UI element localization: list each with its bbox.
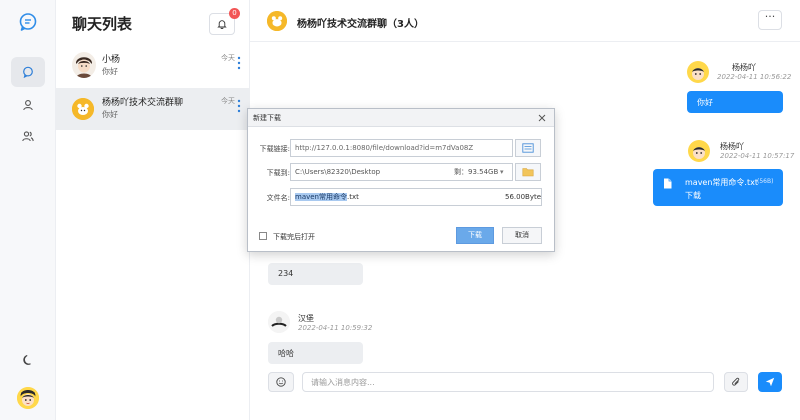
message-bubble: 你好 — [687, 91, 783, 113]
more-vertical-icon[interactable] — [237, 56, 241, 70]
file-name: maven常用命令.txt — [685, 178, 758, 187]
dialog-titlebar: 新建下载 — [248, 109, 554, 127]
more-horizontal-icon: ··· — [764, 10, 776, 23]
send-button[interactable] — [758, 372, 782, 392]
file-download-link[interactable]: 下载 — [685, 190, 701, 201]
message-composer — [250, 362, 800, 402]
message-input[interactable] — [302, 372, 714, 392]
paperclip-icon — [732, 377, 740, 386]
rail-item-chats[interactable] — [11, 57, 45, 87]
close-icon[interactable] — [536, 112, 548, 124]
list-icon — [522, 143, 534, 153]
attach-file-button[interactable] — [724, 372, 748, 392]
open-after-checkbox[interactable] — [259, 232, 267, 240]
notification-count-badge: 0 — [229, 8, 240, 19]
chat-more-button[interactable]: ··· — [758, 10, 782, 30]
folder-icon — [522, 168, 534, 177]
conversation-time: 今天 — [221, 97, 235, 105]
bell-icon — [217, 20, 227, 29]
chat-list-title: 聊天列表 — [72, 15, 133, 33]
message-time: 2022-04-11 10:56:22 — [717, 73, 792, 81]
my-avatar[interactable] — [17, 387, 39, 409]
url-label: 下载链接: — [259, 145, 290, 153]
user-icon — [23, 100, 33, 111]
dialog-title: 新建下载 — [253, 114, 281, 122]
chat-bubble-icon[interactable] — [18, 12, 38, 32]
avatar — [72, 52, 96, 78]
users-icon — [22, 131, 34, 142]
path-select[interactable]: C:\Users\82320\Desktop 剩：93.54GB ▾ — [290, 163, 513, 181]
chevron-down-icon[interactable]: ▾ — [500, 164, 504, 180]
message-time: 2022-04-11 10:57:17 — [720, 152, 795, 160]
rail-item-profile[interactable] — [11, 90, 45, 120]
smile-icon — [276, 377, 286, 387]
url-field[interactable]: http://127.0.0.1:8080/file/download?id=m… — [290, 139, 513, 157]
browse-folder-button[interactable] — [515, 163, 541, 181]
download-cancel-button[interactable]: 取消 — [502, 227, 542, 244]
avatar — [72, 98, 94, 120]
file-size: (56B) — [757, 178, 774, 185]
avatar — [688, 140, 710, 162]
emoji-button[interactable] — [268, 372, 294, 392]
message-bubble: 哈哈 — [268, 342, 363, 364]
conversation-last-message: 你好 — [102, 67, 118, 76]
conversation-item[interactable]: 杨杨吖技术交流群聊 你好 今天 — [56, 88, 250, 130]
message-bubble: 234 — [268, 263, 363, 285]
free-space: 剩：93.54GB — [454, 168, 499, 176]
path-value: C:\Users\82320\Desktop — [295, 168, 381, 176]
download-dialog: 新建下载 下载链接: http://127.0.0.1:8080/file/do… — [247, 108, 555, 252]
download-confirm-button[interactable]: 下载 — [456, 227, 494, 244]
path-label: 下载到: — [266, 169, 290, 177]
chat-title: 杨杨吖技术交流群聊（3人） — [297, 19, 424, 30]
filename-field[interactable]: maven常用命令.txt 56.00Byte — [290, 188, 542, 206]
moon-icon[interactable] — [22, 354, 34, 366]
filename-label: 文件名: — [266, 194, 290, 202]
send-icon — [765, 377, 775, 387]
conversation-name: 杨杨吖技术交流群聊 — [102, 98, 184, 108]
chat-icon — [23, 66, 33, 78]
file-icon — [664, 178, 672, 189]
more-vertical-icon[interactable] — [237, 99, 241, 113]
file-message-bubble[interactable]: maven常用命令.txt (56B) 下载 — [653, 169, 783, 206]
chat-header: 杨杨吖技术交流群聊（3人） ··· — [250, 0, 800, 42]
filename-extension: .txt — [347, 193, 359, 201]
conversation-last-message: 你好 — [102, 110, 118, 119]
nav-rail — [0, 0, 56, 420]
message-sender: 杨杨吖 — [720, 142, 744, 151]
filename-selected: maven常用命令 — [295, 193, 347, 201]
conversation-time: 今天 — [221, 54, 235, 62]
message-sender: 杨杨吖 — [732, 63, 756, 72]
conversation-name: 小杨 — [102, 55, 121, 65]
avatar — [687, 61, 709, 83]
conversation-item[interactable]: 小杨 你好 今天 — [56, 45, 250, 87]
copy-url-button[interactable] — [515, 139, 541, 157]
open-after-label: 下载完后打开 — [273, 233, 315, 241]
file-size-value: 56.00Byte — [505, 193, 542, 201]
chat-list-panel: 聊天列表 0 小杨 你好 今天 杨杨吖技术交流群聊 你好 今天 — [56, 0, 250, 420]
message-time: 2022-04-11 10:59:32 — [298, 324, 373, 332]
rail-item-contacts[interactable] — [11, 121, 45, 151]
group-avatar — [267, 11, 287, 31]
avatar — [268, 311, 290, 333]
message-sender: 汉堡 — [298, 314, 314, 323]
